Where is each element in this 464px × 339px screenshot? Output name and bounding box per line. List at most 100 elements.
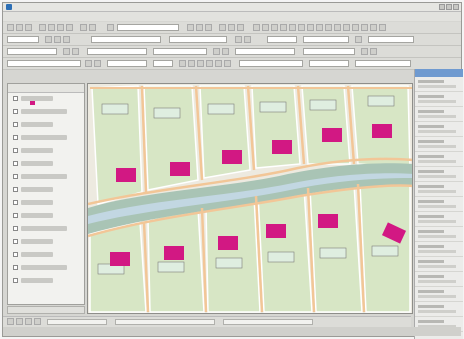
checkbox-icon[interactable]	[13, 135, 18, 140]
toolbox-icon[interactable]	[205, 24, 212, 31]
forward-extent-icon[interactable]	[298, 24, 305, 31]
sketch-properties-icon[interactable]	[244, 36, 251, 43]
parcel-fabric-field[interactable]	[153, 48, 207, 55]
font-size-field[interactable]	[153, 60, 173, 67]
checkbox-icon[interactable]	[13, 239, 18, 244]
attributes-icon[interactable]	[235, 36, 242, 43]
layer-item[interactable]	[8, 132, 84, 145]
checkbox-icon[interactable]	[13, 109, 18, 114]
layout-view-icon[interactable]	[16, 318, 23, 325]
parcel-select-icon[interactable]	[63, 48, 70, 55]
globe-icon[interactable]	[370, 24, 377, 31]
paste-icon[interactable]	[66, 24, 73, 31]
add-data-icon[interactable]	[107, 24, 114, 31]
parcel-lot[interactable]	[91, 85, 143, 205]
layer-field[interactable]	[267, 36, 297, 43]
right-panel-row[interactable]	[415, 122, 463, 137]
building[interactable]	[218, 236, 238, 250]
checkbox-icon[interactable]	[13, 278, 18, 283]
construction-icon[interactable]	[213, 48, 220, 55]
right-panel-row[interactable]	[415, 302, 463, 317]
font-color-icon[interactable]	[206, 60, 213, 67]
find-icon[interactable]	[325, 24, 332, 31]
checkbox-icon[interactable]	[13, 122, 18, 127]
right-panel-row[interactable]	[415, 287, 463, 302]
html-popup-icon[interactable]	[352, 24, 359, 31]
checkbox-icon[interactable]	[13, 161, 18, 166]
edit-tool-icon[interactable]	[45, 36, 52, 43]
text-icon[interactable]	[94, 60, 101, 67]
building[interactable]	[372, 124, 392, 138]
drawing-icon[interactable]	[85, 60, 92, 67]
italic-icon[interactable]	[188, 60, 195, 67]
parcel-map[interactable]	[88, 84, 413, 314]
bold-icon[interactable]	[179, 60, 186, 67]
right-panel-row[interactable]	[415, 242, 463, 257]
right-panel-row[interactable]	[415, 272, 463, 287]
layer-item[interactable]	[8, 158, 84, 171]
layer-item[interactable]	[8, 223, 84, 236]
checkbox-icon[interactable]	[13, 213, 18, 218]
target-field[interactable]	[169, 36, 227, 43]
building[interactable]	[110, 252, 130, 266]
georef-layer-field[interactable]	[368, 36, 414, 43]
layer-item[interactable]	[8, 145, 84, 158]
layer-item[interactable]	[8, 236, 84, 249]
style-field[interactable]	[303, 36, 349, 43]
help-icon[interactable]	[237, 24, 244, 31]
save-icon[interactable]	[25, 24, 32, 31]
right-panel-row[interactable]	[415, 107, 463, 122]
parcel-lot[interactable]	[205, 195, 261, 313]
right-panel-row[interactable]	[415, 212, 463, 227]
building[interactable]	[170, 162, 190, 176]
checkbox-icon[interactable]	[13, 148, 18, 153]
redo-icon[interactable]	[89, 24, 96, 31]
full-extent-icon[interactable]	[280, 24, 287, 31]
labeling-field[interactable]	[309, 60, 349, 67]
close-icon[interactable]	[453, 4, 459, 10]
measure-icon[interactable]	[334, 24, 341, 31]
georef-icon[interactable]	[355, 36, 362, 43]
right-panel-row[interactable]	[415, 137, 463, 152]
layer-item[interactable]	[8, 106, 84, 119]
parcel-type-field[interactable]	[87, 48, 147, 55]
right-panel-row[interactable]	[415, 152, 463, 167]
right-panel-row[interactable]	[415, 257, 463, 272]
layer-item[interactable]	[8, 262, 84, 275]
building[interactable]	[116, 168, 136, 182]
parcel-lot[interactable]	[251, 85, 301, 169]
maximize-icon[interactable]	[446, 4, 452, 10]
checkbox-icon[interactable]	[13, 187, 18, 192]
map-canvas[interactable]	[87, 83, 413, 314]
layer-item[interactable]	[8, 197, 84, 210]
building[interactable]	[222, 150, 242, 164]
layer-item[interactable]	[8, 93, 84, 106]
layer-item[interactable]	[8, 119, 84, 132]
adjust-icon[interactable]	[370, 48, 377, 55]
undo-icon[interactable]	[80, 24, 87, 31]
open-icon[interactable]	[16, 24, 23, 31]
checkbox-icon[interactable]	[13, 174, 18, 179]
checkbox-icon[interactable]	[13, 226, 18, 231]
pause-drawing-icon[interactable]	[34, 318, 41, 325]
pan-icon[interactable]	[271, 24, 278, 31]
right-panel-row[interactable]	[415, 227, 463, 242]
layer-item[interactable]	[8, 171, 84, 184]
geocode-field[interactable]	[355, 60, 411, 67]
parcel-lot[interactable]	[301, 85, 351, 165]
scale-field[interactable]	[117, 24, 179, 31]
editor-dropdown[interactable]	[7, 36, 39, 43]
layer-item[interactable]	[8, 249, 84, 262]
checkbox-icon[interactable]	[13, 252, 18, 257]
data-view-icon[interactable]	[7, 318, 14, 325]
building[interactable]	[266, 224, 286, 238]
align-icon[interactable]	[361, 48, 368, 55]
back-extent-icon[interactable]	[289, 24, 296, 31]
lines-icon[interactable]	[222, 48, 229, 55]
fill-color-icon[interactable]	[215, 60, 222, 67]
parcel-lot[interactable]	[199, 85, 251, 179]
identify-icon[interactable]	[316, 24, 323, 31]
building[interactable]	[272, 140, 292, 154]
hyperlink-icon[interactable]	[343, 24, 350, 31]
join-field[interactable]	[303, 48, 355, 55]
